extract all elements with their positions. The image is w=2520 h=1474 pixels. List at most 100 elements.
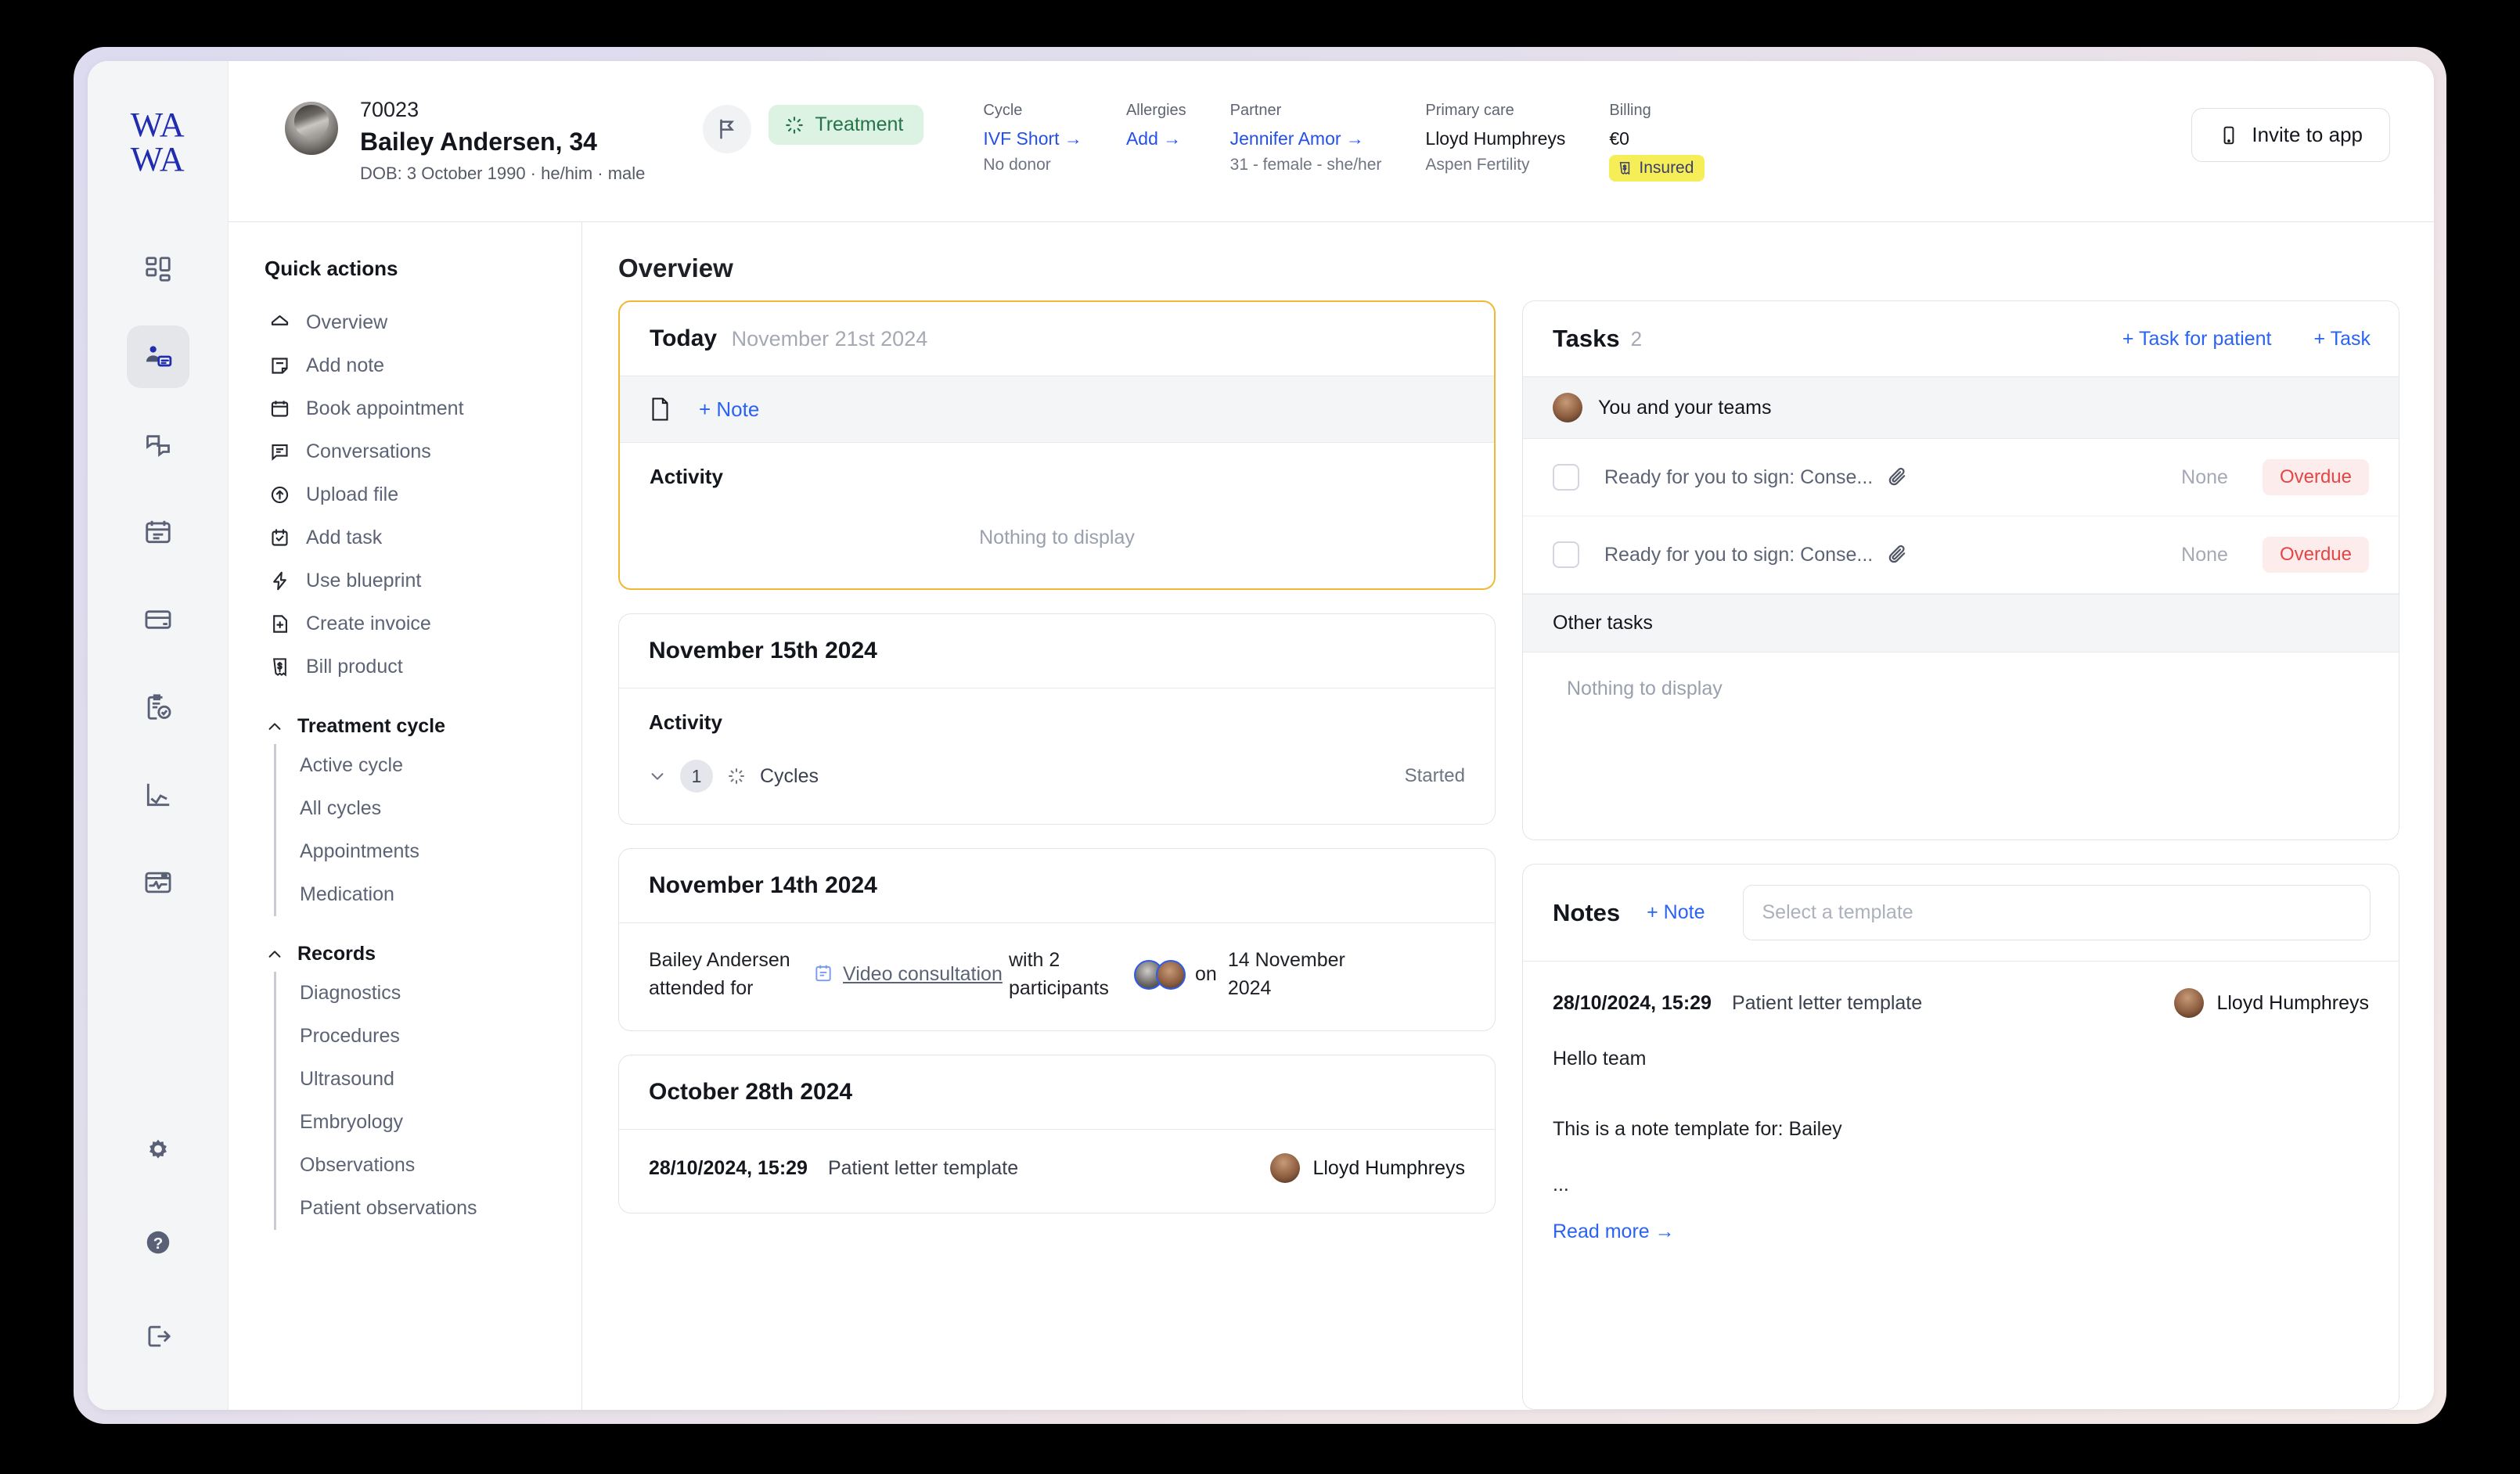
table-row[interactable]: Ready for you to sign: Conse... None Ove… <box>1523 516 2399 594</box>
rail-item-logout[interactable] <box>127 1305 189 1368</box>
patients-icon <box>143 342 173 372</box>
add-note-button[interactable]: + Note <box>1647 901 1705 924</box>
fact-cycle-value[interactable]: IVF Short → <box>983 128 1082 149</box>
rail-item-help[interactable]: ? <box>127 1211 189 1274</box>
nov14-date: November 14th 2024 <box>649 872 877 898</box>
sidebar-item-medication[interactable]: Medication <box>276 873 553 916</box>
section-records-items: Diagnostics Procedures Ultrasound Embryo… <box>274 972 553 1230</box>
sidebar-item-observations[interactable]: Observations <box>276 1144 553 1187</box>
document-icon <box>650 397 671 422</box>
quick-action-create-invoice[interactable]: Create invoice <box>265 602 553 645</box>
quick-action-use-blueprint[interactable]: Use blueprint <box>265 559 553 602</box>
avatar <box>2174 988 2204 1018</box>
quick-actions-sidebar: Quick actions Overview Add note Book app… <box>229 222 582 1410</box>
read-more-link[interactable]: Read more → <box>1553 1221 2369 1243</box>
task-checkbox[interactable] <box>1553 541 1579 568</box>
fact-cycle-label: Cycle <box>983 102 1082 120</box>
attendance-row: Bailey Andersen attended for Video consu… <box>619 922 1495 1030</box>
task-title: Ready for you to sign: Conse... <box>1604 544 1873 566</box>
fact-primary-care: Primary care Lloyd Humphreys Aspen Ferti… <box>1425 102 1565 182</box>
invite-to-app-button[interactable]: Invite to app <box>2191 108 2390 162</box>
receipt-dollar-icon <box>269 656 290 678</box>
fact-allergies: Allergies Add → <box>1126 102 1186 182</box>
oct28-note-template: Patient letter template <box>828 1157 1018 1180</box>
rail-item-tasks[interactable] <box>127 676 189 739</box>
flag-button[interactable] <box>703 105 751 153</box>
quick-action-upload-file-label: Upload file <box>306 484 398 506</box>
fact-billing-amount: €0 <box>1609 128 1705 149</box>
sidebar-item-diagnostics[interactable]: Diagnostics <box>276 972 553 1015</box>
video-consultation-link[interactable]: Video consultation <box>843 961 1003 989</box>
template-select[interactable]: Select a template <box>1743 885 2371 940</box>
add-note-link[interactable]: + Note <box>699 397 759 422</box>
fact-cycle: Cycle IVF Short → No donor <box>983 102 1082 182</box>
quick-action-upload-file[interactable]: Upload file <box>265 473 553 516</box>
lightning-icon <box>269 570 290 591</box>
rail-nav <box>127 238 189 939</box>
sidebar-item-active-cycle[interactable]: Active cycle <box>276 744 553 787</box>
rail-item-calendar[interactable] <box>127 501 189 563</box>
rail-item-analytics[interactable] <box>127 764 189 826</box>
add-task-for-patient-button[interactable]: + Task for patient <box>2122 328 2272 351</box>
logo-line-2: WA <box>131 142 185 177</box>
section-treatment-cycle[interactable]: Treatment cycle <box>265 715 553 738</box>
rail-item-monitoring[interactable] <box>127 851 189 914</box>
avatar <box>1553 393 1582 422</box>
section-records[interactable]: Records <box>265 943 553 965</box>
fact-allergies-value[interactable]: Add → <box>1126 128 1186 149</box>
quick-action-add-task[interactable]: Add task <box>265 516 553 559</box>
cycle-status: Started <box>1405 765 1465 787</box>
rail-item-conversations[interactable] <box>127 413 189 476</box>
quick-action-conversations-label: Conversations <box>306 440 431 463</box>
notes-body: 28/10/2024, 15:29 Patient letter templat… <box>1523 961 2399 1243</box>
billing-card-icon <box>143 605 173 635</box>
attendance-avatars <box>1134 960 1186 990</box>
add-task-button[interactable]: + Task <box>2314 328 2371 351</box>
fact-primary-care-value: Lloyd Humphreys <box>1425 128 1565 149</box>
nov14-header: November 14th 2024 <box>619 849 1495 922</box>
patient-identity: 70023 Bailey Andersen, 34 DOB: 3 October… <box>360 97 645 184</box>
quick-action-add-note[interactable]: Add note <box>265 344 553 387</box>
tasks-count: 2 <box>1631 327 1642 351</box>
receipt-dollar-icon <box>1617 160 1633 176</box>
today-activity-label: Activity <box>650 465 1464 489</box>
content-area: Overview Today November 21st 2024 <box>582 222 2434 1410</box>
cycle-row[interactable]: 1 Cycles Started <box>649 760 1465 793</box>
task-due: None <box>2181 544 2228 566</box>
quick-action-overview[interactable]: Overview <box>265 301 553 344</box>
fact-partner-value[interactable]: Jennifer Amor → <box>1230 128 1382 149</box>
sidebar-item-patient-observations[interactable]: Patient observations <box>276 1187 553 1230</box>
sidebar-item-appointments[interactable]: Appointments <box>276 830 553 873</box>
note-entry-meta: 28/10/2024, 15:29 Patient letter templat… <box>1553 988 2369 1018</box>
task-checkbox[interactable] <box>1553 464 1579 491</box>
other-tasks-header: Other tasks <box>1523 594 2399 653</box>
rail-item-dashboard[interactable] <box>127 238 189 300</box>
notes-header: Notes + Note Select a template <box>1523 865 2399 961</box>
sidebar-item-ultrasound[interactable]: Ultrasound <box>276 1058 553 1101</box>
rail-item-settings[interactable] <box>127 1117 189 1180</box>
sidebar-item-embryology[interactable]: Embryology <box>276 1101 553 1144</box>
rail-item-billing[interactable] <box>127 588 189 651</box>
tasks-header: Tasks 2 + Task for patient + Task <box>1523 301 2399 376</box>
quick-action-conversations[interactable]: Conversations <box>265 430 553 473</box>
table-row[interactable]: Ready for you to sign: Conse... None Ove… <box>1523 439 2399 516</box>
fact-partner-sub: 31 - female - she/her <box>1230 156 1382 174</box>
add-note-row[interactable]: + Note <box>620 376 1494 443</box>
quick-action-book-appointment[interactable]: Book appointment <box>265 387 553 430</box>
quick-action-use-blueprint-label: Use blueprint <box>306 570 421 592</box>
tasks-group-header: You and your teams <box>1523 376 2399 439</box>
timeline-card-today: Today November 21st 2024 + Note Activity… <box>618 300 1496 590</box>
today-body: Activity Nothing to display <box>620 443 1494 588</box>
sidebar-item-all-cycles[interactable]: All cycles <box>276 787 553 830</box>
rail-item-patients[interactable] <box>127 325 189 388</box>
quick-action-bill-product[interactable]: Bill product <box>265 645 553 688</box>
oct28-header: October 28th 2024 <box>619 1055 1495 1129</box>
today-date: November 21st 2024 <box>732 327 928 351</box>
fact-allergies-label: Allergies <box>1126 102 1186 120</box>
fact-billing-label: Billing <box>1609 102 1705 120</box>
fact-partner: Partner Jennifer Amor → 31 - female - sh… <box>1230 102 1382 182</box>
sidebar-item-procedures[interactable]: Procedures <box>276 1015 553 1058</box>
task-check-icon <box>269 527 290 548</box>
oct28-note-row[interactable]: 28/10/2024, 15:29 Patient letter templat… <box>619 1129 1495 1213</box>
app-logo: WA WA <box>131 108 185 177</box>
